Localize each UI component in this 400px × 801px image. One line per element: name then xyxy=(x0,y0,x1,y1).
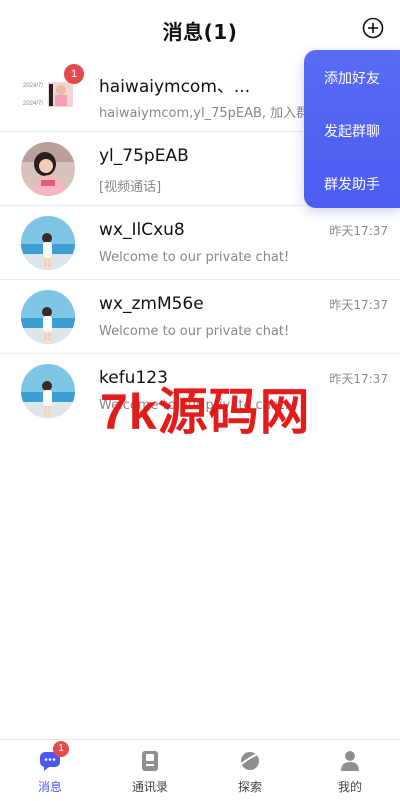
avatar-date-top: 2024/7/ xyxy=(23,83,43,89)
avatar-container xyxy=(21,142,75,196)
avatar-container: 2024/7/ 2024/7/ 1 xyxy=(21,64,84,122)
conversation-time: 昨天17:37 xyxy=(329,224,388,238)
conversation-time: 昨天17:37 xyxy=(329,298,388,312)
conversation-message: [视频通话] xyxy=(99,180,162,195)
tab-label: 我的 xyxy=(337,780,362,794)
menu-item-start-group-chat[interactable]: 发起群聊 xyxy=(304,121,400,141)
menu-item-broadcast-assistant[interactable]: 群发助手 xyxy=(304,174,400,194)
conversation-item[interactable]: wx_IlCxu8 Welcome to our private chat! 昨… xyxy=(0,206,400,280)
plus-circle-icon[interactable] xyxy=(362,17,384,39)
tab-contacts[interactable]: 通讯录 xyxy=(100,740,200,801)
beach-photo-avatar xyxy=(21,290,75,344)
menu-item-add-friend[interactable]: 添加好友 xyxy=(304,68,400,88)
avatar-container xyxy=(21,290,75,344)
page-title: 消息(1) xyxy=(162,20,238,44)
tab-explore[interactable]: 探索 xyxy=(200,740,300,801)
tab-label: 探索 xyxy=(237,780,262,794)
user-photo-avatar xyxy=(21,142,75,196)
unread-badge: 1 xyxy=(64,64,84,84)
planet-icon xyxy=(239,752,261,770)
person-icon xyxy=(341,751,359,771)
conversation-name: wx_IlCxu8 xyxy=(99,220,185,240)
bottom-tab-bar: 1 消息 通讯录 探索 我的 xyxy=(0,739,400,801)
avatar-container xyxy=(21,364,75,418)
beach-photo-avatar xyxy=(21,216,75,270)
avatar-container xyxy=(21,216,75,270)
conversation-message: Welcome to our private chat! xyxy=(99,250,290,265)
avatar-date-bottom: 2024/7/ xyxy=(23,101,43,107)
conversation-name: haiwaiymcom、... xyxy=(99,77,251,97)
add-menu-popup: 添加好友 发起群聊 群发助手 xyxy=(304,50,400,208)
tab-label: 通讯录 xyxy=(131,780,168,794)
watermark: 7k源码网 xyxy=(100,384,311,440)
tab-unread-badge: 1 xyxy=(53,741,69,757)
conversation-message: haiwaiymcom,yl_75pEAB, 加入群聊 xyxy=(99,106,323,121)
tab-messages[interactable]: 1 消息 xyxy=(0,740,100,801)
conversation-name: yl_75pEAB xyxy=(99,146,189,166)
tab-label: 消息 xyxy=(37,780,62,794)
conversation-name: wx_zmM56e xyxy=(99,294,204,314)
conversation-item[interactable]: wx_zmM56e Welcome to our private chat! 昨… xyxy=(0,280,400,354)
conversation-message: Welcome to our private chat! xyxy=(99,324,290,339)
beach-photo-avatar xyxy=(21,364,75,418)
tab-me[interactable]: 我的 xyxy=(300,740,400,801)
contacts-book-icon xyxy=(142,751,158,771)
conversation-time: 昨天17:37 xyxy=(329,372,388,386)
